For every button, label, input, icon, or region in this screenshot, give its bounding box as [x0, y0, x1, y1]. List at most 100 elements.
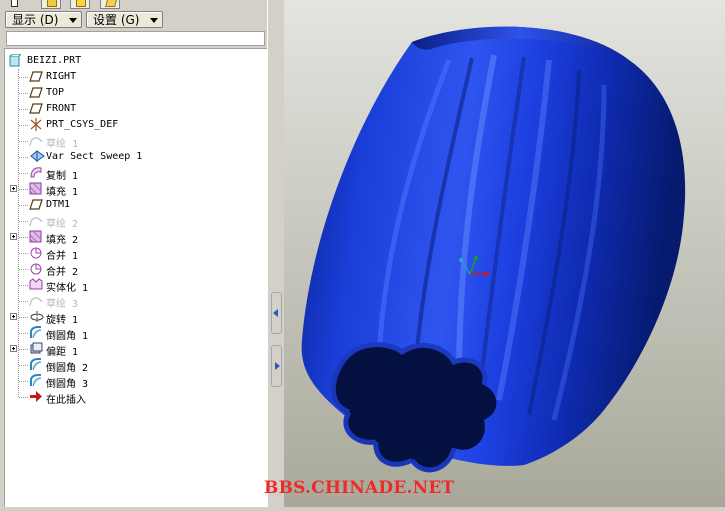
expand-plus-icon[interactable]	[10, 185, 17, 192]
solidify-icon	[29, 278, 43, 291]
tree-item[interactable]: 旋转 1	[5, 309, 260, 326]
tab-connections[interactable]	[100, 0, 120, 9]
tree-item[interactable]: 草绘 1	[5, 133, 260, 150]
favorites-folder-icon	[76, 0, 86, 7]
tree-item-label: TOP	[46, 87, 65, 98]
round-icon	[29, 374, 43, 387]
tree-branch-line	[19, 77, 28, 78]
tree-branch-line	[19, 221, 28, 222]
model-render	[284, 0, 725, 507]
datum-plane-icon	[29, 70, 43, 83]
model-tree-tab-icon	[11, 0, 18, 7]
folder-icon	[47, 0, 57, 7]
tree-item[interactable]: 在此插入	[5, 389, 260, 406]
tree-item[interactable]: PRT_CSYS_DEF	[5, 117, 260, 133]
datum-plane-icon	[29, 86, 43, 99]
merge-icon	[29, 246, 43, 259]
chevron-left-icon	[273, 309, 278, 317]
expand-plus-icon[interactable]	[10, 233, 17, 240]
tree-branch-line	[19, 173, 28, 174]
tree-item[interactable]: 复制 1	[5, 165, 260, 182]
sweep-icon	[29, 150, 45, 163]
tree-item-label: FRONT	[46, 103, 77, 114]
sketch-icon	[29, 294, 43, 307]
tree-branch-line	[19, 317, 28, 318]
tab-model-tree[interactable]	[5, 0, 23, 8]
tree-item[interactable]: 倒圆角 2	[5, 357, 260, 374]
tree-item-label: 实体化 1	[46, 283, 89, 294]
tree-branch-line	[19, 253, 28, 254]
show-dropdown[interactable]: 显示 (D)	[5, 11, 82, 28]
round-icon	[29, 326, 43, 339]
merge-icon	[29, 262, 43, 275]
tree-item[interactable]: RIGHT	[5, 69, 260, 85]
round-icon	[29, 358, 43, 371]
chevron-right-icon	[275, 362, 280, 370]
expand-plus-icon[interactable]	[10, 313, 17, 320]
tree-root-item[interactable]: BEIZI.PRT	[5, 53, 260, 69]
tree-branch-line	[19, 333, 28, 334]
tree-item-label: 偏距 1	[46, 347, 79, 358]
tree-item-label: BEIZI.PRT	[27, 55, 82, 66]
tree-branch-line	[19, 365, 28, 366]
fill-icon	[29, 230, 43, 243]
tree-item[interactable]: 填充 1	[5, 181, 260, 198]
insert-here-arrow-icon	[29, 390, 43, 403]
tree-item[interactable]: 实体化 1	[5, 277, 260, 294]
settings-dropdown-label: 设置 (G)	[93, 13, 140, 27]
tree-item-label: 倒圆角 3	[46, 379, 89, 390]
tree-branch-line	[19, 141, 28, 142]
tree-item[interactable]: TOP	[5, 85, 260, 101]
tree-branch-line	[19, 301, 28, 302]
watermark-text: BBS.CHINADE.NET	[264, 478, 455, 498]
chevron-down-icon	[69, 18, 77, 23]
tree-item-label: 在此插入	[46, 395, 86, 406]
expand-plus-icon[interactable]	[10, 345, 17, 352]
model-tree-panel: 显示 (D) 设置 (G) BEIZI.PRT RIGHT TOP FRONT PRT_…	[0, 0, 270, 507]
tree-branch-line	[19, 93, 28, 94]
tree-item[interactable]: DTM1	[5, 197, 260, 213]
show-dropdown-label: 显示 (D)	[12, 13, 59, 27]
tree-item-label: 合并 1	[46, 251, 79, 262]
datum-plane-icon	[29, 198, 43, 211]
tree-branch-line	[19, 125, 28, 126]
copy-icon	[29, 166, 43, 179]
revolve-icon	[29, 310, 44, 323]
tree-item-label: 草绘 3	[46, 299, 79, 310]
model-tree: BEIZI.PRT RIGHT TOP FRONT PRT_CSYS_DEF 草绘 1 Va…	[4, 48, 267, 507]
tree-item[interactable]: Var Sect Sweep 1	[5, 149, 260, 165]
tree-item[interactable]: 合并 2	[5, 261, 260, 278]
tree-item[interactable]: 草绘 3	[5, 293, 260, 310]
sketch-icon	[29, 214, 43, 227]
tree-item[interactable]: FRONT	[5, 101, 260, 117]
tree-item-label: PRT_CSYS_DEF	[46, 119, 119, 130]
tree-branch-line	[19, 205, 28, 206]
tree-item[interactable]: 倒圆角 1	[5, 325, 260, 342]
tab-favorites[interactable]	[70, 0, 90, 9]
tab-folder-browser[interactable]	[41, 0, 61, 9]
tree-branch-line	[19, 397, 28, 398]
collapse-handle[interactable]	[271, 292, 282, 334]
tree-item[interactable]: 合并 1	[5, 245, 260, 262]
tree-item-label: 旋转 1	[46, 315, 79, 326]
tree-item-label: 倒圆角 2	[46, 363, 89, 374]
chevron-down-icon	[150, 18, 158, 23]
tree-branch-line	[19, 285, 28, 286]
tree-item[interactable]: 填充 2	[5, 229, 260, 246]
tree-item[interactable]: 倒圆角 3	[5, 373, 260, 390]
tree-branch-line	[19, 349, 28, 350]
tree-item-label: 填充 1	[46, 187, 79, 198]
panel-splitter[interactable]	[267, 0, 285, 507]
tree-item-label: 合并 2	[46, 267, 79, 278]
tree-item[interactable]: 偏距 1	[5, 341, 260, 358]
model-tree-toolbar: 显示 (D) 设置 (G)	[0, 9, 270, 32]
tree-item-label: 草绘 2	[46, 219, 79, 230]
connections-icon	[105, 0, 117, 7]
csys-icon	[29, 118, 43, 131]
settings-dropdown[interactable]: 设置 (G)	[86, 11, 163, 28]
tree-item[interactable]: 草绘 2	[5, 213, 260, 230]
expand-handle[interactable]	[271, 345, 282, 387]
fill-icon	[29, 182, 43, 195]
graphics-viewport[interactable]	[284, 0, 725, 507]
tree-item-label: 填充 2	[46, 235, 79, 246]
